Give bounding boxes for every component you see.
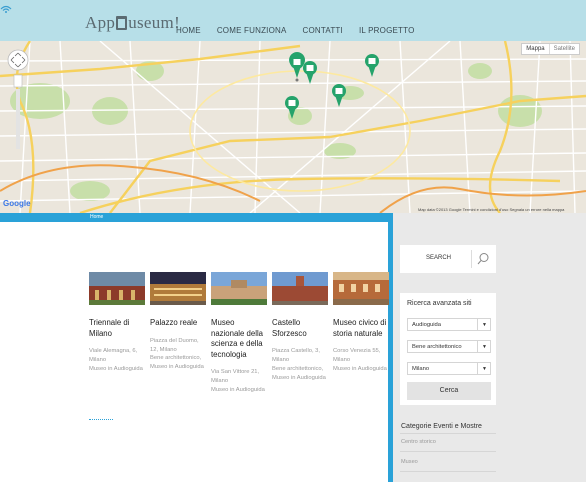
- museum-thumbnail[interactable]: [211, 272, 267, 305]
- pan-control[interactable]: [7, 49, 29, 71]
- museum-address: Viale Alemagna, 6, Milano: [89, 348, 138, 364]
- museum-address: Via San Vittore 21, Milano: [211, 369, 260, 385]
- divider: [400, 451, 496, 452]
- museum-address: Piazza del Duomo, 12, Milano: [150, 337, 199, 353]
- museum-title[interactable]: Museo nazionale della scienza e della te…: [211, 318, 267, 360]
- divider: [400, 471, 496, 472]
- museum-card[interactable]: Museo nazionale della scienza e della te…: [211, 272, 267, 395]
- search-label: SEARCH: [426, 255, 452, 261]
- museum-thumbnail[interactable]: [89, 272, 145, 305]
- museum-thumbnail[interactable]: [333, 272, 389, 305]
- chevron-down-icon[interactable]: ▼: [477, 363, 490, 374]
- museum-thumbnail[interactable]: [150, 272, 206, 305]
- select-city[interactable]: Milano ▼: [407, 362, 491, 375]
- museum-building-icon: [116, 16, 128, 30]
- wifi-icon: [0, 5, 12, 13]
- logo-text-start: App: [85, 13, 116, 32]
- search-divider: [471, 250, 472, 268]
- select-value: Bene architettonico: [412, 344, 462, 350]
- museum-thumbnail[interactable]: [272, 272, 328, 305]
- google-logo: Google: [3, 199, 31, 208]
- site-header: App useum! HOME COME FUNZIONA CONTATTI IL…: [0, 0, 586, 41]
- museum-status: Museo in Audioguida: [211, 387, 265, 394]
- cerca-button[interactable]: Cerca: [407, 382, 491, 400]
- museum-status: Bene architettonico, Museo in Audioguida: [272, 366, 326, 381]
- select-value: Audioguida: [412, 322, 442, 328]
- breadcrumb-home[interactable]: Home: [90, 214, 103, 220]
- museum-card[interactable]: Palazzo reale Piazza del Duomo, 12, Mila…: [150, 272, 206, 372]
- map-canvas[interactable]: [0, 41, 586, 213]
- museum-title[interactable]: Castello Sforzesco: [272, 318, 328, 339]
- nav-il-progetto[interactable]: IL PROGETTO: [359, 26, 415, 35]
- select-audioguida[interactable]: Audioguida ▼: [407, 318, 491, 331]
- museum-status: Museo in Audioguida: [89, 366, 143, 372]
- museum-card[interactable]: Museo civico di storia naturale Corso Ve…: [333, 272, 389, 374]
- categories-title: Categorie Eventi e Mostre: [401, 423, 482, 430]
- logo-text-end: useum!: [128, 13, 181, 32]
- search-box[interactable]: SEARCH: [400, 245, 496, 273]
- museum-title[interactable]: Museo civico di storia naturale: [333, 318, 389, 339]
- cerca-label: Cerca: [439, 387, 459, 394]
- chevron-down-icon[interactable]: ▼: [477, 341, 490, 352]
- divider: [400, 433, 496, 434]
- museum-title[interactable]: Triennale di Milano: [89, 318, 145, 339]
- museum-card[interactable]: Triennale di Milano Viale Alemagna, 6, M…: [89, 272, 145, 374]
- museum-address: Corso Venezia 55, Milano: [333, 348, 381, 364]
- museum-status: Museo in Audioguida: [333, 366, 387, 372]
- map-type-toggle: Mappa Satellite: [521, 43, 580, 55]
- category-item[interactable]: Centro storico: [401, 439, 436, 445]
- map-footer-note[interactable]: Map data ©2013 Google Termini e condizio…: [418, 207, 564, 212]
- map-view[interactable]: Mappa Satellite: [0, 41, 586, 213]
- museum-card[interactable]: Castello Sforzesco Piazza Castello, 3, M…: [272, 272, 328, 383]
- site-logo[interactable]: App useum!: [85, 13, 180, 33]
- pagination-divider: [89, 419, 113, 420]
- breadcrumb-bar: Home: [0, 213, 393, 222]
- museum-address: Piazza Castello, 3, Milano: [272, 348, 321, 364]
- category-item[interactable]: Museo: [401, 459, 418, 465]
- nav-come-funziona[interactable]: COME FUNZIONA: [217, 26, 287, 35]
- map-type-satellite[interactable]: Satellite: [548, 44, 579, 54]
- main-nav: HOME COME FUNZIONA CONTATTI IL PROGETTO: [176, 26, 415, 35]
- nav-contatti[interactable]: CONTATTI: [303, 26, 343, 35]
- search-icon[interactable]: [477, 252, 490, 265]
- map-type-mappa[interactable]: Mappa: [522, 44, 548, 54]
- chevron-down-icon[interactable]: ▼: [477, 319, 490, 330]
- nav-home[interactable]: HOME: [176, 26, 201, 35]
- advanced-search-title: Ricerca avanzata siti: [407, 300, 472, 307]
- select-value: Milano: [412, 366, 430, 372]
- museum-title[interactable]: Palazzo reale: [150, 318, 206, 329]
- museum-status: Bene architettonico, Museo in Audioguida: [150, 355, 204, 371]
- select-category[interactable]: Bene architettonico ▼: [407, 340, 491, 353]
- advanced-search-panel: Ricerca avanzata siti Audioguida ▼ Bene …: [400, 293, 496, 405]
